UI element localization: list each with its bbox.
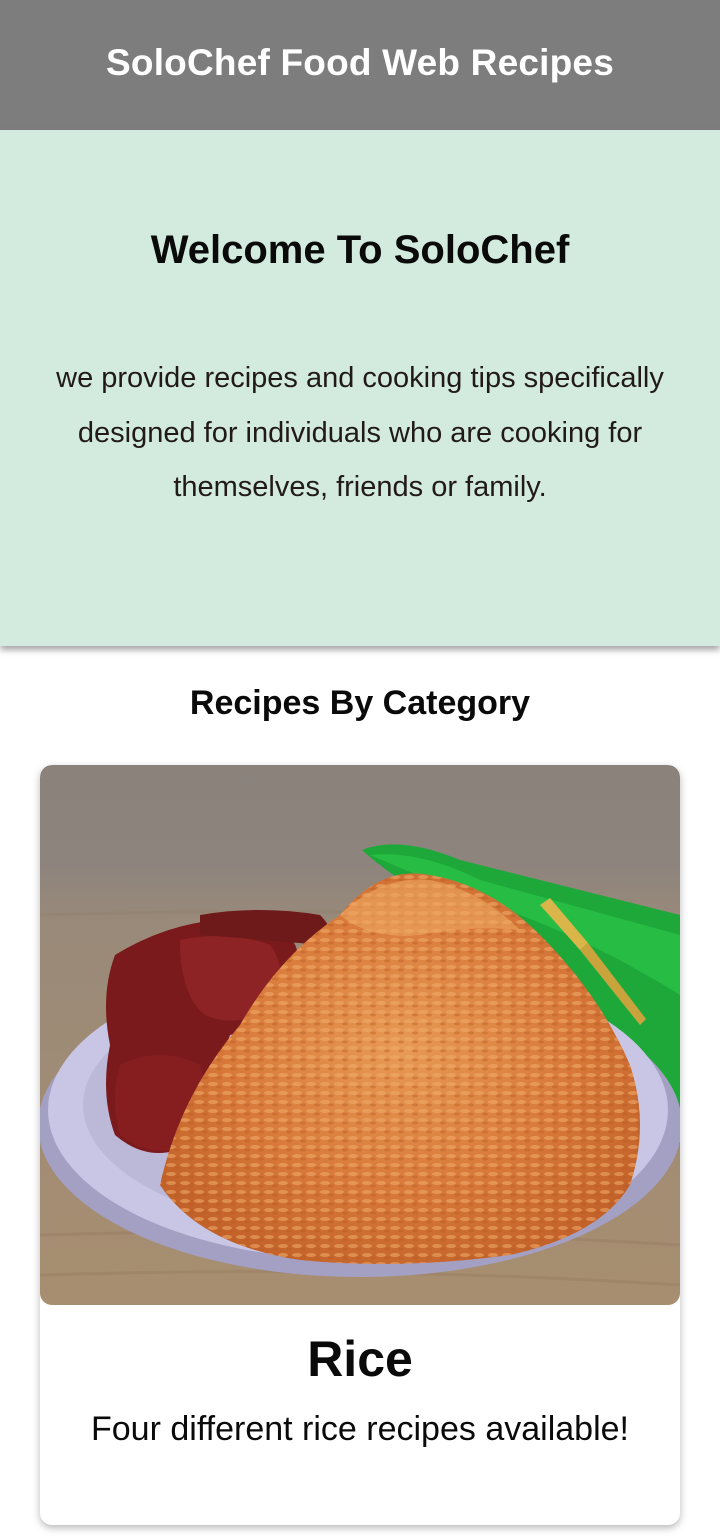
app-bar: SoloChef Food Web Recipes (0, 0, 720, 130)
category-section-title: Recipes By Category (189, 684, 531, 722)
welcome-description: we provide recipes and cooking tips spec… (56, 362, 664, 503)
app-title: SoloChef Food Web Recipes (106, 42, 614, 83)
category-title: Rice (307, 1331, 413, 1387)
category-subtitle: Four different rice recipes available! (91, 1410, 629, 1448)
welcome-title: Welcome To SoloChef (150, 228, 570, 272)
welcome-banner: Welcome To SoloChef we provide recipes a… (0, 130, 720, 646)
jollof-rice-image (40, 765, 680, 1305)
category-card-rice[interactable]: Rice Four different rice recipes availab… (40, 765, 680, 1525)
